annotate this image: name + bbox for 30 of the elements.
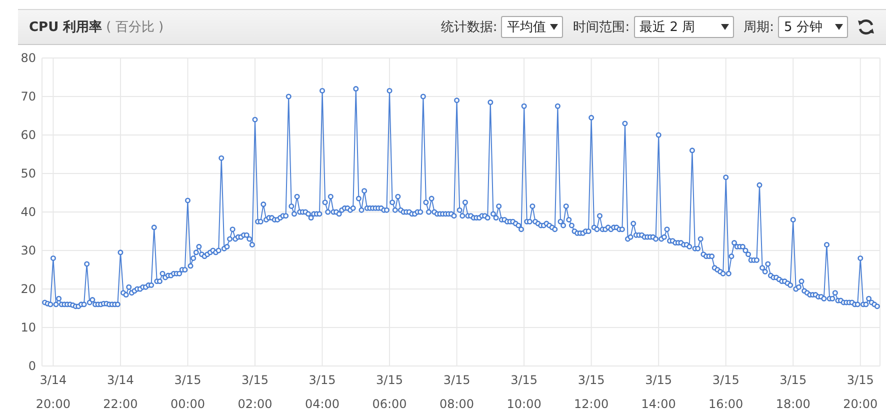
- x-axis-label: 3/15 20:00: [843, 373, 878, 411]
- control-label: 时间范围:: [573, 19, 630, 36]
- chart-title: CPU 利用率: [29, 18, 102, 36]
- x-axis-label: 3/15 12:00: [574, 373, 609, 411]
- x-axis-label: 3/15 18:00: [776, 373, 810, 411]
- y-axis-label: 40: [20, 205, 36, 219]
- y-axis-label: 30: [20, 244, 36, 258]
- x-axis-label: 3/14 20:00: [36, 373, 70, 411]
- y-axis-label: 10: [20, 320, 36, 334]
- y-axis-label: 80: [20, 51, 36, 65]
- dropdown[interactable]: 最近 2 周: [634, 16, 734, 38]
- control-label: 统计数据:: [440, 19, 498, 36]
- x-axis-label: 3/15 14:00: [641, 373, 676, 411]
- x-axis-label: 3/14 22:00: [103, 373, 138, 411]
- dropdown[interactable]: 平均值: [501, 16, 564, 38]
- x-axis-label: 3/15 10:00: [506, 373, 542, 411]
- x-axis-label: 3/15 00:00: [170, 373, 206, 411]
- y-axis-label: 50: [20, 166, 36, 180]
- x-axis-label: 3/15 16:00: [708, 373, 744, 411]
- x-axis-label: 3/15 02:00: [238, 373, 272, 411]
- x-axis-label: 3/15 08:00: [440, 373, 474, 411]
- x-axis-label: 3/15 06:00: [372, 373, 407, 411]
- unit-label: ( 百分比 ): [106, 19, 164, 36]
- dropdown[interactable]: 5 分钟: [778, 16, 848, 38]
- x-axis-label: 3/15 04:00: [304, 373, 340, 411]
- y-axis-label: 70: [20, 90, 36, 104]
- y-axis-label: 20: [20, 282, 36, 296]
- y-axis-label: 0: [28, 359, 36, 373]
- control-label: 周期:: [744, 19, 774, 36]
- y-axis-label: 60: [20, 128, 36, 142]
